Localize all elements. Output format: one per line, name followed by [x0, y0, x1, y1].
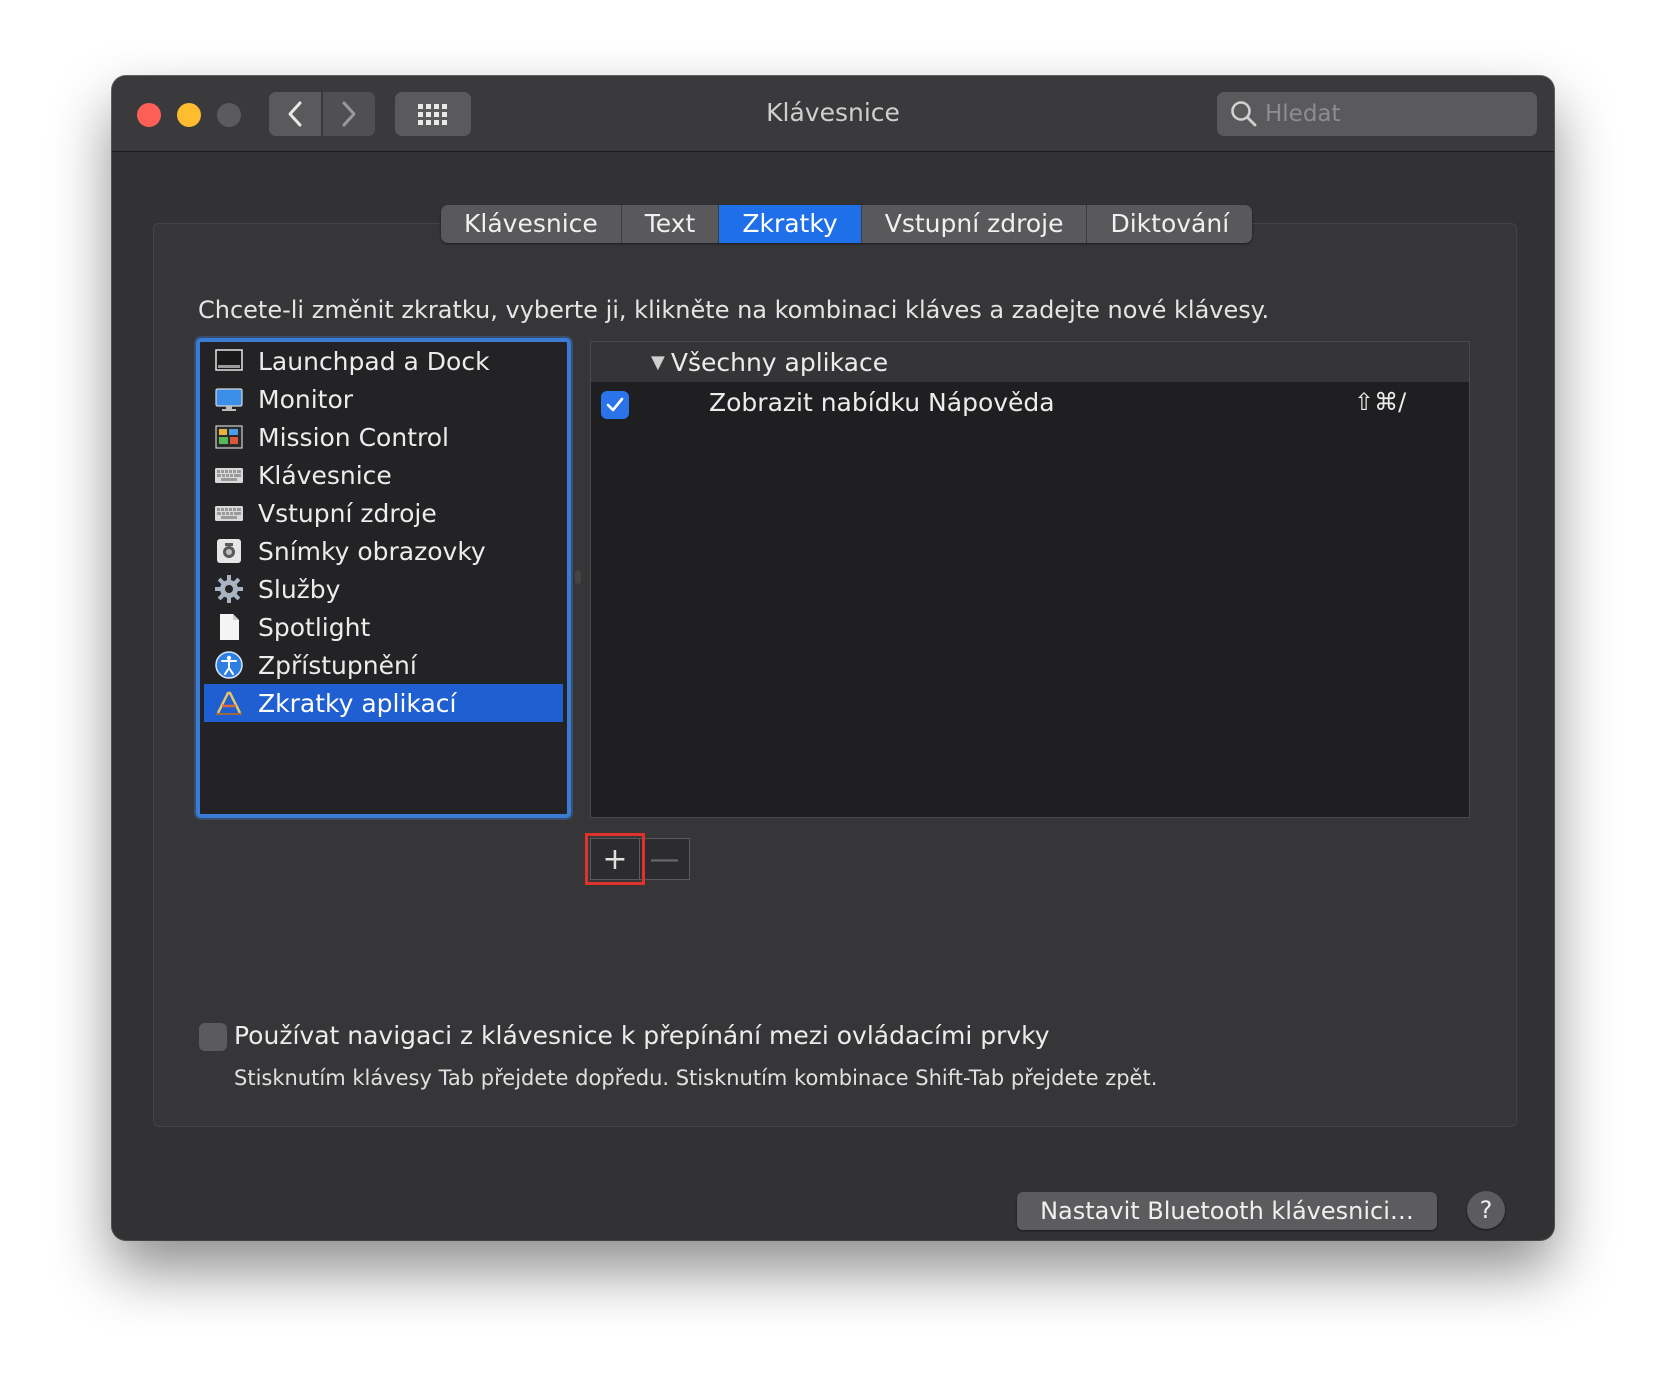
- document-icon: [220, 614, 239, 640]
- shortcut-enabled-checkbox[interactable]: [601, 391, 629, 419]
- keyboard-navigation-label: Používat navigaci z klávesnice k přepíná…: [234, 1021, 1050, 1050]
- category-item-accessibility[interactable]: Zpřístupnění: [204, 646, 563, 684]
- category-item-keyboard[interactable]: Klávesnice: [204, 456, 563, 494]
- title-bar: Klávesnice: [112, 76, 1554, 152]
- search-input[interactable]: [1263, 100, 1527, 128]
- category-label: Mission Control: [258, 422, 449, 452]
- monitor-icon: [215, 388, 243, 411]
- help-button[interactable]: ?: [1467, 1191, 1505, 1229]
- setup-bluetooth-keyboard-button[interactable]: Nastavit Bluetooth klávesnici…: [1017, 1192, 1437, 1230]
- category-item-screenshots[interactable]: Snímky obrazovky: [204, 532, 563, 570]
- gear-icon: [215, 575, 243, 603]
- mission-control-icon: [215, 425, 243, 449]
- category-item-mission-control[interactable]: Mission Control: [204, 418, 563, 456]
- disclosure-triangle-icon[interactable]: ▼: [651, 352, 665, 373]
- accessibility-icon: [215, 651, 243, 679]
- screenshot-icon: [217, 539, 241, 563]
- tab-dictation[interactable]: Diktování: [1087, 205, 1252, 243]
- search-icon: [1231, 101, 1257, 127]
- keyboard-navigation-checkbox[interactable]: [199, 1023, 227, 1051]
- tab-text[interactable]: Text: [622, 205, 720, 243]
- category-label: Služby: [258, 574, 341, 604]
- checkmark-icon: [606, 397, 624, 412]
- category-label: Zkratky aplikací: [258, 688, 457, 718]
- category-label: Zpřístupnění: [258, 650, 417, 680]
- keyboard-icon: [215, 468, 243, 483]
- tab-keyboard[interactable]: Klávesnice: [441, 205, 622, 243]
- category-item-services[interactable]: Služby: [204, 570, 563, 608]
- category-label: Klávesnice: [258, 460, 392, 490]
- add-shortcut-button[interactable]: +: [585, 833, 645, 885]
- category-label: Snímky obrazovky: [258, 536, 486, 566]
- shortcut-label: Zobrazit nabídku Nápověda: [709, 388, 1055, 417]
- split-view-handle[interactable]: [575, 570, 581, 584]
- tab-input-sources[interactable]: Vstupní zdroje: [862, 205, 1088, 243]
- search-field[interactable]: [1217, 92, 1537, 136]
- category-item-app-shortcuts[interactable]: Zkratky aplikací: [204, 684, 563, 722]
- tab-bar: Klávesnice Text Zkratky Vstupní zdroje D…: [441, 205, 1253, 243]
- shortcut-table[interactable]: ▼ Všechny aplikace Zobrazit nabídku Nápo…: [590, 341, 1470, 818]
- keyboard-navigation-hint: Stisknutím klávesy Tab přejdete dopředu.…: [234, 1066, 1158, 1090]
- category-item-spotlight[interactable]: Spotlight: [204, 608, 563, 646]
- tab-shortcuts[interactable]: Zkratky: [719, 205, 862, 243]
- preferences-window: Klávesnice Klávesnice Text Zkratky Vstup…: [112, 76, 1554, 1240]
- table-row[interactable]: Zobrazit nabídku Nápověda ⇧⌘/: [591, 384, 1469, 424]
- instruction-text: Chcete-li změnit zkratku, vyberte ji, kl…: [198, 296, 1270, 324]
- shortcut-category-list[interactable]: Launchpad a Dock Monitor Mission Control: [196, 338, 571, 818]
- remove-shortcut-button[interactable]: —: [640, 838, 690, 880]
- category-item-monitor[interactable]: Monitor: [204, 380, 563, 418]
- shortcut-keys[interactable]: ⇧⌘/: [1354, 388, 1406, 416]
- keyboard-icon: [215, 506, 243, 521]
- category-label: Launchpad a Dock: [258, 346, 490, 376]
- category-item-input-sources[interactable]: Vstupní zdroje: [204, 494, 563, 532]
- category-label: Spotlight: [258, 612, 371, 642]
- category-item-launchpad-dock[interactable]: Launchpad a Dock: [204, 342, 563, 380]
- add-remove-control: + —: [585, 833, 690, 885]
- shortcut-group-label: Všechny aplikace: [670, 347, 889, 377]
- launchpad-icon: [215, 349, 243, 371]
- category-label: Vstupní zdroje: [258, 498, 437, 528]
- category-label: Monitor: [258, 384, 354, 414]
- app-store-icon: [216, 691, 242, 715]
- shortcut-group-row[interactable]: ▼ Všechny aplikace: [591, 342, 1469, 382]
